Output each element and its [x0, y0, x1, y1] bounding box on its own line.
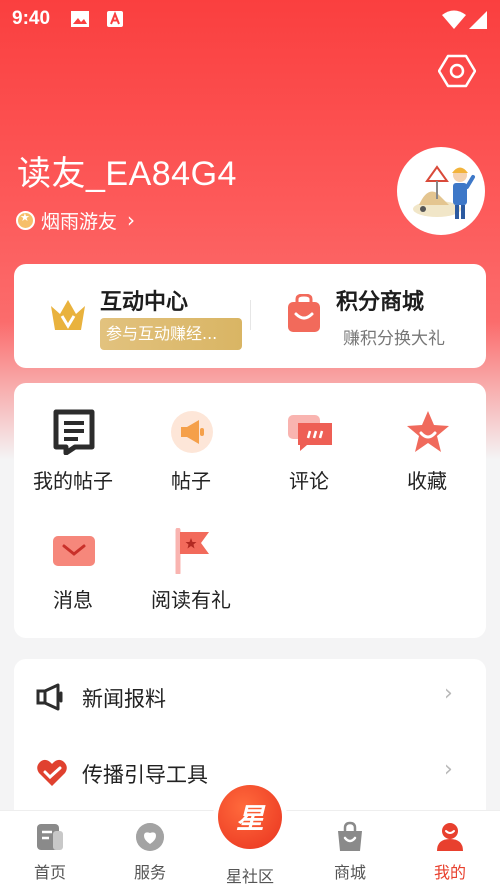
crown-icon: [51, 300, 85, 330]
document-icon: [53, 409, 95, 455]
tab-mine[interactable]: 我的: [400, 811, 500, 888]
wifi-icon: [442, 10, 466, 29]
star-icon: [407, 411, 449, 452]
interaction-center-title: 互动中心: [100, 290, 189, 315]
shopping-bag-icon: [338, 821, 362, 851]
user-level-label: 烟雨游友: [41, 210, 118, 233]
grid-item-label: 我的帖子: [33, 469, 113, 493]
tab-label: 商城: [333, 863, 366, 882]
star-community-emblem: 星: [235, 802, 264, 835]
username: 读友_EA84G4: [17, 155, 237, 193]
level-badge-icon: [16, 210, 35, 230]
comment-icon: [288, 415, 332, 451]
tab-home[interactable]: 首页: [0, 811, 100, 888]
list-item-label: 新闻报料: [82, 687, 166, 711]
grid-item-label: 评论: [289, 469, 329, 493]
chevron-right-icon: ›: [444, 681, 453, 706]
status-time: 9:40: [12, 8, 51, 29]
text-a-icon: [107, 11, 123, 27]
bottom-tab-bar: 首页 服务 星社区 星 商城 我的: [0, 785, 500, 888]
flag-icon: [175, 528, 209, 574]
grid-item-messages[interactable]: 消息: [14, 528, 132, 618]
service-icon: [136, 823, 164, 851]
settings-icon[interactable]: [438, 52, 476, 90]
envelope-icon: [53, 536, 95, 566]
chevron-right-icon: ›: [127, 208, 136, 232]
signal-icon: [469, 11, 487, 29]
grid-item-my-posts[interactable]: 我的帖子: [14, 409, 132, 499]
grid-item-label: 消息: [53, 588, 93, 612]
tab-label: 首页: [33, 863, 66, 882]
tab-services[interactable]: 服务: [100, 811, 200, 888]
grid-item-reading-rewards[interactable]: 阅读有礼: [132, 528, 250, 618]
avatar[interactable]: [397, 147, 485, 235]
tab-label: 星社区: [225, 867, 274, 886]
status-bar: 9:40: [0, 0, 500, 38]
grid-item-comments[interactable]: 评论: [250, 409, 368, 499]
newspaper-icon: [37, 824, 63, 850]
chevron-right-icon: ›: [444, 757, 453, 782]
megaphone-outline-icon: [36, 683, 63, 711]
grid-item-favorites[interactable]: 收藏: [368, 409, 486, 499]
hub-card: 互动中心 参与互动赚经... 积分商城 赚积分换大礼: [14, 264, 486, 368]
interaction-center[interactable]: 互动中心 参与互动赚经...: [14, 264, 250, 368]
heart-icon: [37, 759, 67, 786]
megaphone-icon: [171, 411, 213, 453]
gallery-icon: [71, 11, 89, 27]
grid-item-label: 阅读有礼: [151, 588, 231, 612]
user-level-link[interactable]: 烟雨游友 ›: [16, 207, 135, 233]
points-mall-title: 积分商城: [336, 290, 425, 315]
shortcut-grid: 我的帖子 帖子 评论 收藏 消息 阅读有礼: [14, 383, 486, 638]
grid-item-label: 帖子: [171, 469, 211, 493]
list-item-news-tips[interactable]: 新闻报料 ›: [14, 659, 486, 735]
grid-item-posts[interactable]: 帖子: [132, 409, 250, 499]
worker-illustration-icon: [413, 165, 475, 219]
points-mall-subtitle: 赚积分换大礼: [343, 329, 445, 349]
tab-label: 服务: [133, 863, 166, 882]
list-item-label: 传播引导工具: [82, 763, 208, 787]
points-mall[interactable]: 积分商城 赚积分换大礼: [250, 264, 486, 368]
shopping-bag-icon: [288, 294, 320, 332]
user-icon: [437, 823, 463, 851]
interaction-center-subtitle: 参与互动赚经...: [100, 318, 242, 350]
grid-item-label: 收藏: [407, 469, 447, 493]
tab-mall[interactable]: 商城: [300, 811, 400, 888]
tab-label: 我的: [433, 863, 466, 882]
